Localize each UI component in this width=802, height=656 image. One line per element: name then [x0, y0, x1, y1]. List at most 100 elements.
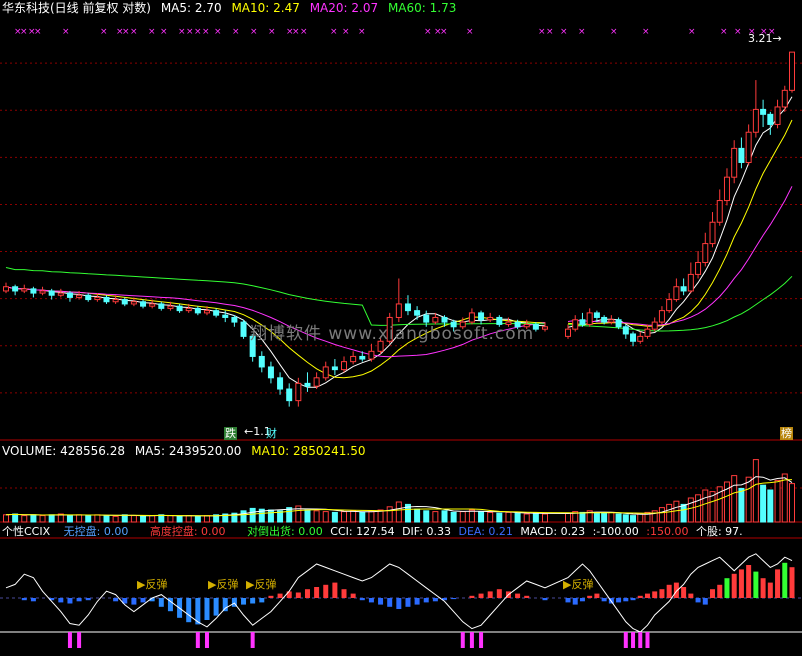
rebound-signal-1: ▶反弹 [137, 578, 168, 591]
candle-body [222, 314, 229, 318]
signal-mark: × [186, 27, 194, 37]
oscillator-bar [542, 598, 548, 601]
oscillator-bar [782, 562, 788, 598]
volume-bar [203, 515, 210, 523]
oscillator-bar [368, 598, 374, 603]
candle-body [295, 382, 302, 402]
volume-bar [432, 511, 439, 523]
oscillator-bar [637, 595, 643, 598]
signal-mark: × [34, 27, 42, 37]
oversold-bar [460, 632, 465, 648]
vol-ma5-readout: MA5: 2439520.00 [134, 444, 242, 458]
volume-bar [167, 515, 174, 523]
candle-body [789, 51, 795, 91]
ccix-name: 个性CCIX [2, 525, 51, 538]
candle-body [267, 366, 274, 379]
candle-body [57, 292, 64, 296]
candle-body [258, 355, 265, 368]
candle-body [39, 290, 46, 294]
oscillator-bar [717, 584, 723, 598]
volume-bar [687, 497, 694, 523]
volume-bar [3, 514, 9, 523]
volume-bar [103, 515, 110, 523]
signal-mark: × [358, 27, 366, 37]
signal-mark: × [688, 27, 696, 37]
volume-bar [441, 510, 448, 523]
volume-bar [781, 473, 788, 523]
signal-mark: × [250, 27, 258, 37]
volume-bar [149, 515, 156, 523]
no-control-readout: 无控盘: 0.00 [63, 525, 129, 538]
candle-body [12, 286, 19, 292]
oscillator-bar [572, 598, 578, 605]
volume-bar [774, 479, 781, 523]
oscillator-bar [601, 598, 607, 602]
sell-signal-readout: 对倒出货: 0.00 [247, 525, 323, 538]
volume-bar [630, 515, 637, 523]
volume-bar [487, 511, 494, 523]
candle-body [774, 106, 781, 125]
oscillator-bar [304, 589, 310, 598]
candle-body [695, 262, 702, 275]
signal-mark: × [178, 27, 186, 37]
candle-body [359, 355, 366, 360]
oscillator-bar [487, 591, 493, 598]
volume-bar [532, 512, 539, 523]
volume-bar [112, 515, 119, 523]
candle-body [167, 305, 174, 309]
volume-bar [423, 510, 430, 523]
high-price-label: 3.21→ [748, 32, 782, 45]
oversold-bar [250, 632, 255, 648]
signal-mark: × [734, 27, 742, 37]
signal-mark: × [610, 27, 618, 37]
oscillator-bar [616, 598, 622, 603]
candle-body [716, 200, 723, 223]
candle-body [341, 361, 348, 371]
candle-body [277, 377, 284, 390]
volume-bar [240, 510, 247, 523]
candle-body [313, 377, 320, 387]
signal-mark: × [148, 27, 156, 37]
rebound-label-4: 反弹 [571, 578, 594, 591]
candle-body [630, 333, 637, 342]
candle-body [687, 273, 694, 292]
oscillator-bar [587, 595, 593, 598]
oscillator-bar [469, 595, 475, 598]
signal-mark: × [424, 27, 432, 37]
oscillator-bar [688, 593, 694, 598]
volume-bar [601, 512, 608, 523]
volume-readout: VOLUME: 428556.28 [2, 444, 125, 458]
oscillator-bar [515, 593, 521, 598]
high-price-value: 3.21 [748, 32, 773, 45]
high-control-readout: 高度控盘: 0.00 [149, 525, 226, 538]
oscillator-bar [387, 598, 393, 607]
candle-body [673, 286, 680, 301]
volume-bar [565, 512, 571, 523]
candle-body [767, 113, 774, 125]
signal-mark: × [20, 27, 28, 37]
watermark: 翔博软件 www.xiangbosoft.com [250, 324, 535, 344]
oscillator-bar [738, 569, 744, 598]
volume-bar [48, 514, 55, 523]
oscillator-bar [496, 589, 502, 598]
volume-bar [304, 509, 311, 523]
candle-body [94, 296, 101, 301]
candle-body [666, 299, 673, 312]
neg100-readout: :-100.00 [592, 525, 639, 538]
oscillator-bar [710, 589, 716, 598]
stock-title: 华东科技(日线 前复权 对数) [2, 1, 151, 15]
oscillator-bar [58, 598, 64, 603]
oscillator-bar [378, 598, 384, 605]
oscillator-bar [396, 598, 402, 609]
volume-bar [331, 511, 338, 523]
candle-body [85, 294, 92, 301]
candle-body [240, 321, 247, 337]
candle-body [194, 307, 201, 314]
volume-bar [194, 515, 201, 523]
oscillator-bar [314, 587, 320, 598]
oscillator-bar [524, 595, 530, 598]
volume-bar [752, 459, 759, 523]
oscillator-bar [140, 598, 146, 603]
candle-body [231, 316, 238, 323]
signal-mark: × [122, 27, 130, 37]
